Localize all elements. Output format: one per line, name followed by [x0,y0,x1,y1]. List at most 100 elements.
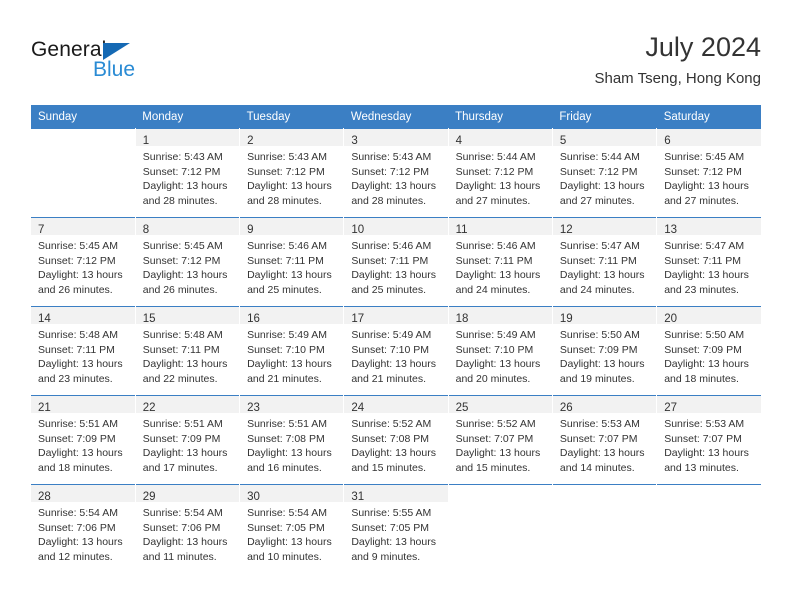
calendar-day-cell[interactable]: 16 Sunrise: 5:49 AM Sunset: 7:10 PM Dayligh… [240,307,344,395]
sunset-text: Sunset: 7:09 PM [664,343,742,356]
calendar-day-cell[interactable]: 6 Sunrise: 5:45 AM Sunset: 7:12 PM Daylight… [657,129,761,217]
day-number-band: 2 [240,129,344,147]
calendar-day-cell[interactable]: 12 Sunrise: 5:47 AM Sunset: 7:11 PM Dayligh… [552,218,657,306]
calendar-day-cell[interactable]: 18 Sunrise: 5:49 AM Sunset: 7:10 PM Dayligh… [448,307,552,395]
sunrise-text: Sunrise: 5:51 AM [247,418,328,430]
sunrise-text: Sunrise: 5:53 AM [559,418,640,430]
weekday-header-row: Sunday Monday Tuesday Wednesday Thursday Frid… [31,105,761,129]
daylight-text: Daylight: 13 hours [351,358,436,371]
day-details [657,502,761,506]
daylight-text-cont: and 27 minutes. [559,194,635,207]
day-details [449,502,552,506]
daylight-text: Daylight: 13 hours [247,536,332,549]
day-number-band: 12 [552,218,657,236]
day-number: 8 [142,224,150,236]
daylight-text-cont: and 28 minutes. [351,194,427,207]
weekday-header-wednesday: Wednesday [343,105,449,129]
calendar-day-cell[interactable]: 24 Sunrise: 5:52 AM Sunset: 7:08 PM Dayligh… [344,396,448,484]
sunrise-text: Sunrise: 5:50 AM [664,329,745,341]
sunrise-text: Sunrise: 5:52 AM [455,418,536,430]
calendar-day-cell[interactable]: 26 Sunrise: 5:53 AM Sunset: 7:07 PM Dayligh… [552,396,657,484]
sunrise-text: Sunrise: 5:54 AM [142,507,223,519]
sunset-text: Sunset: 7:11 PM [455,254,533,267]
day-details: Sunrise: 5:44 AM Sunset: 7:12 PM Daylight:… [553,146,656,208]
day-number: 12 [559,224,573,236]
day-number: 10 [351,224,365,236]
day-details: Sunrise: 5:45 AM Sunset: 7:12 PM Daylight:… [31,235,135,297]
general-blue-logo[interactable]: General Blue [31,38,231,86]
daylight-text: Daylight: 13 hours [142,269,228,282]
daylight-text: Daylight: 13 hours [247,358,332,371]
daylight-text-cont: and 25 minutes. [351,283,427,296]
calendar-day-cell[interactable]: 14 Sunrise: 5:48 AM Sunset: 7:11 PM Dayligh… [31,307,135,395]
day-details: Sunrise: 5:47 AM Sunset: 7:11 PM Daylight:… [553,235,656,297]
calendar-body: 1 Sunrise: 5:43 AM Sunset: 7:12 PM Daylight… [31,128,761,573]
calendar-day-cell[interactable]: 10 Sunrise: 5:46 AM Sunset: 7:11 PM Dayligh… [344,218,448,306]
calendar-day-cell[interactable]: 28 Sunrise: 5:54 AM Sunset: 7:06 PM Dayligh… [31,485,135,573]
location-subtitle: Sham Tseng, Hong Kong [594,70,761,87]
day-number-band: 22 [135,396,240,414]
day-number-band: 31 [344,485,448,503]
day-details: Sunrise: 5:49 AM Sunset: 7:10 PM Daylight:… [240,324,343,386]
day-details: Sunrise: 5:48 AM Sunset: 7:11 PM Daylight:… [136,324,239,386]
calendar-day-cell[interactable]: 27 Sunrise: 5:53 AM Sunset: 7:07 PM Dayligh… [657,396,761,484]
day-number: 23 [247,402,260,414]
day-details: Sunrise: 5:46 AM Sunset: 7:11 PM Daylight:… [240,235,343,297]
daylight-text-cont: and 27 minutes. [664,194,739,207]
daylight-text-cont: and 27 minutes. [455,194,531,207]
daylight-text: Daylight: 13 hours [455,269,541,282]
sunset-text: Sunset: 7:12 PM [142,254,221,267]
day-number-band [657,485,761,502]
sunrise-text: Sunrise: 5:54 AM [38,507,118,519]
sunrise-text: Sunrise: 5:45 AM [664,151,745,163]
calendar-day-cell[interactable]: 23 Sunrise: 5:51 AM Sunset: 7:08 PM Dayligh… [240,396,344,484]
daylight-text: Daylight: 13 hours [142,536,228,549]
calendar-day-cell[interactable]: 30 Sunrise: 5:54 AM Sunset: 7:05 PM Dayligh… [240,485,344,573]
calendar-day-cell[interactable]: 17 Sunrise: 5:49 AM Sunset: 7:10 PM Dayligh… [344,307,448,395]
daylight-text: Daylight: 13 hours [664,447,749,460]
daylight-text-cont: and 24 minutes. [455,283,531,296]
day-details: Sunrise: 5:48 AM Sunset: 7:11 PM Daylight:… [31,324,135,386]
calendar-day-cell[interactable]: 11 Sunrise: 5:46 AM Sunset: 7:11 PM Dayligh… [448,218,552,306]
calendar-day-cell[interactable]: 21 Sunrise: 5:51 AM Sunset: 7:09 PM Dayligh… [31,396,135,484]
day-number: 6 [664,135,671,147]
sunrise-text: Sunrise: 5:45 AM [38,240,118,252]
sunset-text: Sunset: 7:12 PM [664,165,742,178]
day-number-band: 6 [657,129,761,147]
daylight-text: Daylight: 13 hours [455,447,541,460]
calendar-day-cell[interactable]: 5 Sunrise: 5:44 AM Sunset: 7:12 PM Daylight… [552,129,657,217]
day-number: 11 [455,224,468,236]
day-number-band: 16 [240,307,344,325]
day-details: Sunrise: 5:46 AM Sunset: 7:11 PM Daylight:… [449,235,552,297]
calendar-day-cell[interactable]: 3 Sunrise: 5:43 AM Sunset: 7:12 PM Daylight… [344,129,448,217]
sunrise-text: Sunrise: 5:46 AM [455,240,536,252]
calendar-day-cell[interactable]: 29 Sunrise: 5:54 AM Sunset: 7:06 PM Dayligh… [135,485,240,573]
calendar-day-cell[interactable]: 1 Sunrise: 5:43 AM Sunset: 7:12 PM Daylight… [135,129,240,217]
day-details: Sunrise: 5:44 AM Sunset: 7:12 PM Daylight:… [449,146,552,208]
sunrise-text: Sunrise: 5:46 AM [247,240,328,252]
calendar-day-cell[interactable]: 9 Sunrise: 5:46 AM Sunset: 7:11 PM Daylight… [240,218,344,306]
day-number-band: 11 [448,218,552,236]
calendar-day-cell[interactable]: 31 Sunrise: 5:55 AM Sunset: 7:05 PM Dayligh… [344,485,448,573]
sunset-text: Sunset: 7:11 PM [559,254,637,267]
day-number-band: 21 [31,396,135,414]
calendar-day-cell[interactable]: 25 Sunrise: 5:52 AM Sunset: 7:07 PM Dayligh… [448,396,552,484]
daylight-text: Daylight: 13 hours [142,180,228,193]
sunset-text: Sunset: 7:11 PM [247,254,324,267]
weekday-header-thursday: Thursday [448,105,553,129]
calendar-day-cell[interactable]: 22 Sunrise: 5:51 AM Sunset: 7:09 PM Dayligh… [135,396,240,484]
sunrise-text: Sunrise: 5:43 AM [247,151,328,163]
calendar-day-cell[interactable]: 13 Sunrise: 5:47 AM Sunset: 7:11 PM Dayligh… [657,218,761,306]
calendar-day-cell[interactable]: 19 Sunrise: 5:50 AM Sunset: 7:09 PM Dayligh… [552,307,657,395]
calendar-day-cell[interactable]: 15 Sunrise: 5:48 AM Sunset: 7:11 PM Dayligh… [135,307,240,395]
sunset-text: Sunset: 7:07 PM [664,432,742,445]
day-number-band: 10 [344,218,448,236]
calendar-day-cell[interactable]: 4 Sunrise: 5:44 AM Sunset: 7:12 PM Daylight… [448,129,552,217]
calendar-day-cell[interactable]: 7 Sunrise: 5:45 AM Sunset: 7:12 PM Daylight… [31,218,135,306]
sunrise-text: Sunrise: 5:48 AM [142,329,223,341]
calendar-day-cell[interactable]: 8 Sunrise: 5:45 AM Sunset: 7:12 PM Daylight… [135,218,240,306]
calendar-day-cell[interactable]: 20 Sunrise: 5:50 AM Sunset: 7:09 PM Dayligh… [657,307,761,395]
calendar-day-cell[interactable]: 2 Sunrise: 5:43 AM Sunset: 7:12 PM Daylight… [240,129,344,217]
daylight-text-cont: and 15 minutes. [455,461,531,474]
sunset-text: Sunset: 7:12 PM [38,254,116,267]
